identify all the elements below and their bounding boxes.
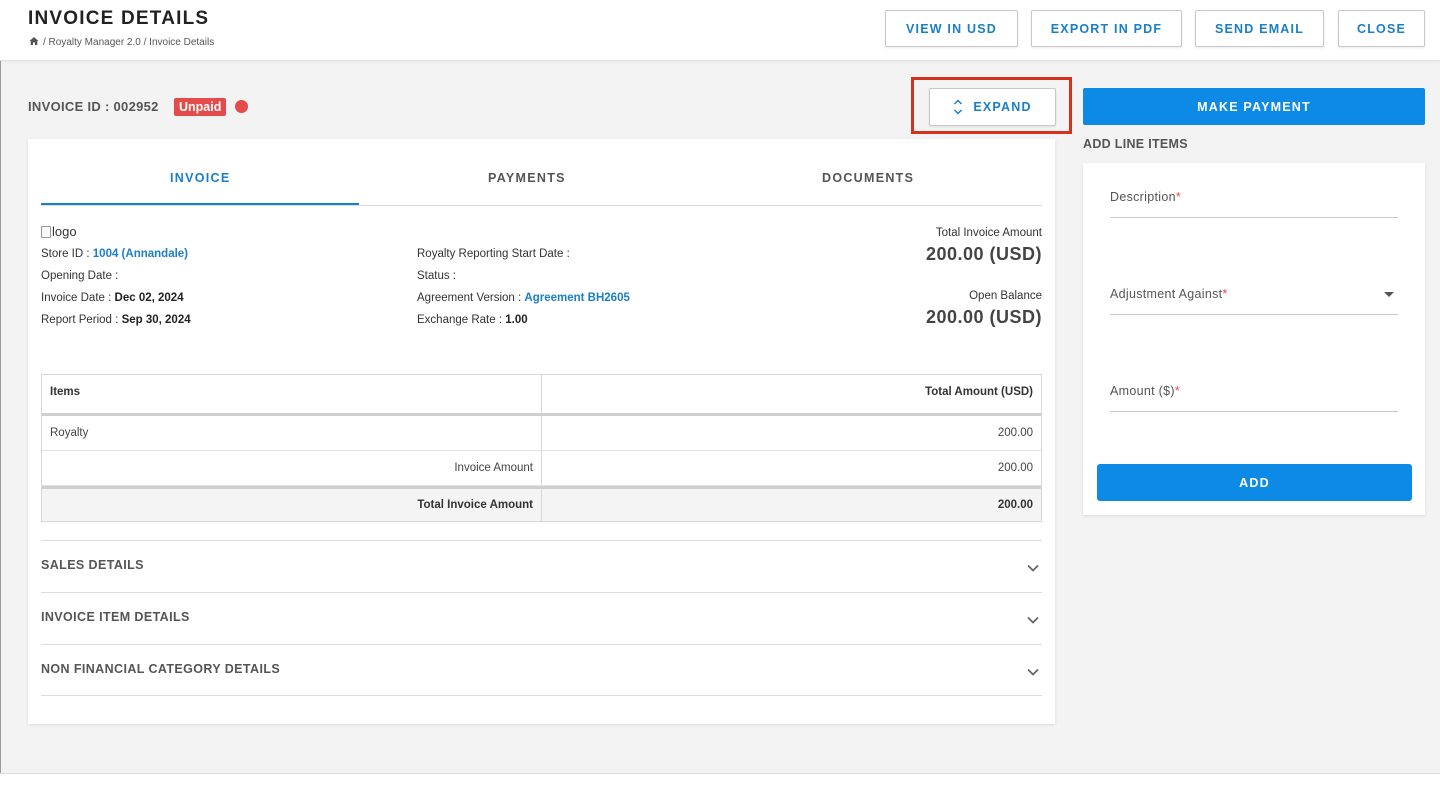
accordion-sales-details[interactable]: SALES DETAILS [41, 540, 1042, 592]
accordion-invoice-item-details[interactable]: INVOICE ITEM DETAILS [41, 592, 1042, 644]
total-amount-cell: 200.00 [997, 499, 1033, 511]
add-line-items-form: Description* Adjustment Against* Amount … [1083, 163, 1425, 515]
broken-image-icon [41, 225, 51, 238]
accordion-non-financial-details[interactable]: NON FINANCIAL CATEGORY DETAILS [41, 644, 1042, 696]
adjustment-against-select[interactable]: Adjustment Against* [1110, 287, 1398, 315]
column-header-items: Items [42, 375, 542, 413]
invoice-id: INVOICE ID : 002952 [28, 99, 159, 114]
open-balance-label: Open Balance [969, 290, 1042, 302]
amount-label: Amount ($)* [1110, 384, 1181, 398]
footer-strip [0, 773, 1440, 790]
report-period-row: Report Period : Sep 30, 2024 [41, 314, 191, 326]
table-row: Royalty 200.00 [42, 416, 1041, 451]
store-id-row: Store ID : 1004 (Annandale) [41, 248, 188, 260]
breadcrumb-path: / Royalty Manager 2.0 / Invoice Details [43, 37, 215, 48]
accordion-label: NON FINANCIAL CATEGORY DETAILS [41, 661, 281, 676]
chevron-down-icon [1027, 616, 1039, 624]
agreement-row: Agreement Version : Agreement BH2605 [417, 292, 630, 304]
close-button[interactable]: CLOSE [1338, 10, 1425, 47]
logo-alt-text: logo [52, 224, 77, 239]
store-id-label: Store ID : [41, 248, 90, 260]
expand-button-label: EXPAND [973, 100, 1032, 114]
page-title: INVOICE DETAILS [28, 8, 210, 29]
open-balance-value: 200.00 (USD) [925, 307, 1042, 327]
status-badge: Unpaid [174, 98, 227, 116]
chevron-down-icon [1027, 564, 1039, 572]
page-left-border [0, 61, 1, 790]
make-payment-button[interactable]: MAKE PAYMENT [1083, 88, 1425, 125]
send-email-button[interactable]: SEND EMAIL [1195, 10, 1324, 47]
invoice-date-label: Invoice Date : [41, 292, 112, 304]
amount-field[interactable]: Amount ($)* [1110, 384, 1398, 412]
report-period-label: Report Period : [41, 314, 119, 326]
top-header: INVOICE DETAILS / Royalty Manager 2.0 / … [0, 0, 1440, 61]
adjustment-label: Adjustment Against* [1110, 287, 1228, 301]
invoice-date-row: Invoice Date : Dec 02, 2024 [41, 292, 184, 304]
status-dot-icon [235, 100, 248, 113]
total-label-cell: Total Invoice Amount [42, 489, 542, 521]
table-total-row: Total Invoice Amount 200.00 [42, 486, 1041, 521]
dropdown-arrow-icon [1384, 292, 1394, 297]
add-button[interactable]: ADD [1097, 464, 1412, 501]
item-amount-cell: 200.00 [997, 427, 1033, 439]
accordion-label: SALES DETAILS [41, 557, 144, 572]
item-name-cell: Royalty [42, 416, 542, 450]
store-id-link[interactable]: 1004 (Annandale) [93, 248, 188, 260]
agreement-link[interactable]: Agreement BH2605 [524, 292, 629, 304]
item-name-cell: Invoice Amount [42, 451, 542, 485]
expand-button[interactable]: EXPAND [929, 88, 1056, 126]
expand-arrows-icon [954, 99, 963, 115]
table-header-row: Items Total Amount (USD) [42, 375, 1041, 416]
description-field[interactable]: Description* [1110, 190, 1398, 218]
column-header-total-amount: Total Amount (USD) [925, 386, 1033, 398]
accordion-label: INVOICE ITEM DETAILS [41, 609, 190, 624]
tab-invoice[interactable]: INVOICE [170, 171, 231, 185]
items-table: Items Total Amount (USD) Royalty 200.00 … [41, 374, 1042, 522]
agreement-label: Agreement Version : [417, 292, 522, 304]
item-amount-cell: 200.00 [997, 462, 1033, 474]
exchange-rate-label: Exchange Rate : [417, 314, 503, 326]
total-invoice-amount-value: 200.00 (USD) [925, 244, 1042, 264]
tab-documents[interactable]: DOCUMENTS [822, 171, 914, 185]
breadcrumb: / Royalty Manager 2.0 / Invoice Details [29, 36, 214, 49]
export-pdf-button[interactable]: EXPORT IN PDF [1031, 10, 1182, 47]
add-line-items-title: ADD LINE ITEMS [1083, 137, 1188, 151]
invoice-card: INVOICE PAYMENTS DOCUMENTS logo Store ID… [28, 139, 1055, 724]
home-icon[interactable] [29, 36, 39, 49]
logo: logo [41, 224, 77, 239]
exchange-rate-value: 1.00 [505, 314, 528, 326]
royalty-start-label: Royalty Reporting Start Date : [417, 248, 570, 260]
tab-bar: INVOICE PAYMENTS DOCUMENTS [41, 139, 1042, 206]
status-label: Status : [417, 270, 456, 282]
invoice-date-value: Dec 02, 2024 [114, 292, 184, 304]
exchange-rate-row: Exchange Rate : 1.00 [417, 314, 528, 326]
report-period-value: Sep 30, 2024 [121, 314, 191, 326]
active-tab-indicator [41, 203, 359, 205]
accordion-divider [41, 695, 1042, 696]
description-label: Description* [1110, 190, 1181, 204]
chevron-down-icon [1027, 668, 1039, 676]
table-row: Invoice Amount 200.00 [42, 451, 1041, 486]
opening-date-label: Opening Date : [41, 270, 119, 282]
tab-payments[interactable]: PAYMENTS [488, 171, 566, 185]
total-invoice-amount-label: Total Invoice Amount [935, 227, 1042, 239]
view-in-usd-button[interactable]: VIEW IN USD [885, 10, 1018, 47]
